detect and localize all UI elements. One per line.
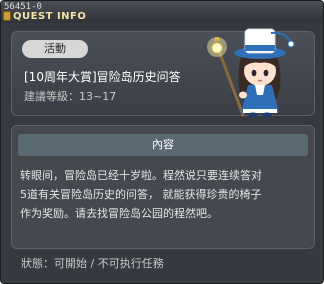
description-line: 5道有关冒险岛历史的问答， 就能获得珍贵的椅子 — [20, 188, 262, 201]
recommended-level: 建議等級：13~17 — [24, 90, 117, 103]
title-bar[interactable]: 56451-0 QUEST INFO — [1, 1, 323, 23]
description-line: 作为奖励。请去找冒险岛公园的程然吧。 — [20, 207, 218, 220]
quest-info-window: 56451-0 QUEST INFO 活動 [10周年大賞]冒险岛历史问答 建議… — [0, 0, 324, 284]
quest-book-icon — [3, 11, 11, 21]
category-badge: 活動 — [22, 40, 88, 58]
window-title: QUEST INFO — [13, 11, 87, 22]
quest-content-panel: 內容 转眼间，冒险岛已经十岁啦。程然说只要连续答对 5道有关冒险岛历史的问答， … — [11, 125, 315, 249]
quest-name: [10周年大賞]冒险岛历史问答 — [24, 70, 181, 84]
npc-character-illustration — [207, 28, 295, 118]
quest-status: 狀態：可開始 / 不可执行任務 — [21, 257, 164, 270]
description-line: 转眼间，冒险岛已经十岁啦。程然说只要连续答对 — [20, 169, 262, 182]
content-header: 內容 — [18, 134, 308, 156]
quest-description: 转眼间，冒险岛已经十岁啦。程然说只要连续答对 5道有关冒险岛历史的问答， 就能获… — [20, 166, 310, 223]
